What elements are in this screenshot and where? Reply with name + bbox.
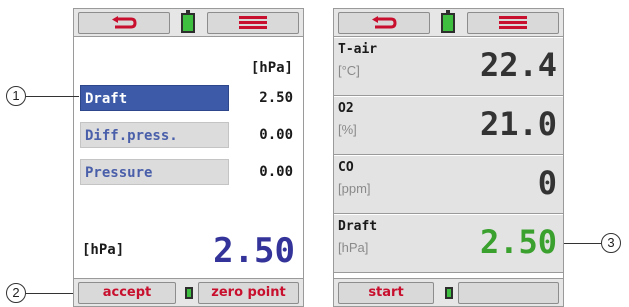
cell-value: 0 — [537, 164, 557, 202]
callout-three-leader — [564, 243, 601, 244]
top-bar — [334, 9, 563, 37]
cell-name: O2 — [338, 101, 354, 116]
big-unit-label: [hPa] — [82, 242, 125, 258]
back-button[interactable] — [78, 12, 170, 34]
row-label[interactable]: Pressure — [80, 159, 229, 185]
cell-value: 2.50 — [479, 223, 557, 261]
list-item-pressure[interactable]: Pressure 0.00 — [80, 159, 297, 185]
battery-icon — [185, 287, 193, 299]
row-value: 0.00 — [259, 164, 293, 180]
left-device-screen: [hPa] Draft 2.50 Diff.press. 0.00 Pressu… — [73, 8, 304, 307]
cell-name: Draft — [338, 219, 378, 234]
cell-unit: [hPa] — [338, 240, 369, 255]
cell-unit: [ppm] — [338, 181, 371, 196]
measurement-cell-draft[interactable]: Draft [hPa] 2.50 — [334, 215, 563, 273]
callout-two: 2 — [6, 283, 26, 303]
callout-one: 1 — [6, 86, 26, 106]
row-value: 2.50 — [259, 90, 293, 106]
callout-one-leader — [26, 96, 79, 97]
accept-button[interactable]: accept — [78, 282, 176, 304]
hamburger-menu-icon — [239, 16, 267, 30]
back-arrow-icon — [372, 16, 397, 29]
bottom-bar: start — [334, 278, 563, 306]
measurement-cell-t-air[interactable]: T-air [°C] 22.4 — [334, 38, 563, 96]
cell-unit: [%] — [338, 122, 357, 137]
back-button[interactable] — [338, 12, 430, 34]
list-item-draft[interactable]: Draft 2.50 — [80, 85, 297, 111]
menu-button[interactable] — [467, 12, 559, 34]
measurement-cell-o2[interactable]: O2 [%] 21.0 — [334, 97, 563, 155]
blank-softkey-button[interactable] — [458, 282, 559, 304]
cell-unit: [°C] — [338, 63, 360, 78]
callout-two-leader — [26, 293, 73, 294]
top-bar — [74, 9, 303, 37]
cell-value: 21.0 — [479, 105, 557, 143]
battery-icon — [181, 10, 195, 33]
start-button[interactable]: start — [338, 282, 434, 304]
battery-icon — [445, 287, 453, 299]
list-item-diff-press[interactable]: Diff.press. 0.00 — [80, 122, 297, 148]
zero-point-button[interactable]: zero point — [198, 282, 299, 304]
cell-name: T-air — [338, 42, 378, 57]
menu-button[interactable] — [207, 12, 299, 34]
cell-value: 22.4 — [479, 46, 557, 84]
row-value: 0.00 — [259, 127, 293, 143]
hamburger-menu-icon — [499, 16, 527, 30]
row-label[interactable]: Draft — [80, 85, 229, 111]
unit-header: [hPa] — [250, 60, 293, 76]
row-label[interactable]: Diff.press. — [80, 122, 229, 148]
battery-icon — [441, 10, 455, 33]
right-device-screen: T-air [°C] 22.4 O2 [%] 21.0 CO [ppm] 0 D… — [333, 8, 564, 307]
callout-three: 3 — [601, 233, 621, 253]
bottom-bar: accept zero point — [74, 278, 303, 306]
measurement-cell-co[interactable]: CO [ppm] 0 — [334, 156, 563, 214]
cell-name: CO — [338, 160, 354, 175]
big-value-readout: 2.50 — [213, 231, 295, 271]
back-arrow-icon — [112, 16, 137, 29]
